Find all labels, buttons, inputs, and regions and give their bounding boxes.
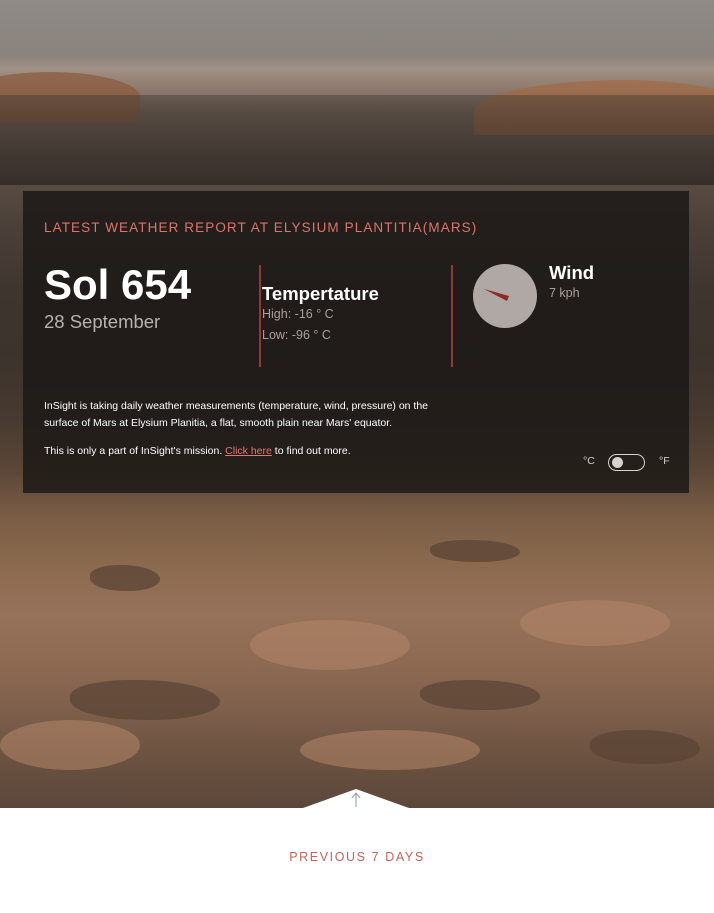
mission-suffix: to find out more.: [274, 445, 351, 457]
sol-date: 28 September: [44, 311, 161, 332]
wind-arrow-icon: [484, 289, 509, 301]
background-sand: [250, 620, 410, 670]
mission-link[interactable]: Click here: [225, 445, 272, 457]
temperature-low: Low: -96 ° C: [262, 328, 331, 342]
background-rock: [590, 730, 700, 764]
wind-direction-compass: [473, 264, 537, 328]
celsius-label: °C: [583, 455, 595, 467]
temperature-high: High: -16 ° C: [262, 307, 334, 321]
mission-prefix: This is only a part of InSight's mission…: [44, 445, 223, 457]
wind-heading: Wind: [549, 262, 595, 283]
insight-description: InSight is taking daily weather measurem…: [44, 400, 429, 429]
mission-text: This is only a part of InSight's mission…: [44, 445, 351, 457]
section-divider: [451, 265, 453, 367]
wind-speed: 7 kph: [549, 286, 580, 300]
toggle-knob: [612, 457, 623, 468]
background-sand: [0, 720, 140, 770]
unit-toggle[interactable]: [608, 454, 645, 471]
section-divider: [259, 265, 261, 367]
report-title: LATEST WEATHER REPORT AT ELYSIUM PLANTIT…: [44, 220, 478, 235]
background-rock: [70, 680, 220, 720]
fahrenheit-label: °F: [659, 455, 670, 467]
background-sand: [520, 600, 670, 646]
background-sand: [300, 730, 480, 770]
temperature-heading: Tempertature: [262, 283, 379, 304]
sol-number: Sol 654: [44, 261, 192, 308]
previous-days-toggle[interactable]: [303, 788, 409, 808]
weather-report-panel: LATEST WEATHER REPORT AT ELYSIUM PLANTIT…: [23, 191, 689, 493]
previous-days-button[interactable]: PREVIOUS 7 DAYS: [0, 850, 714, 864]
background-ridge: [0, 95, 714, 185]
background-rock: [90, 565, 160, 591]
background-rock: [430, 540, 520, 562]
background-rock: [420, 680, 540, 710]
arrow-up-icon: [303, 789, 409, 808]
